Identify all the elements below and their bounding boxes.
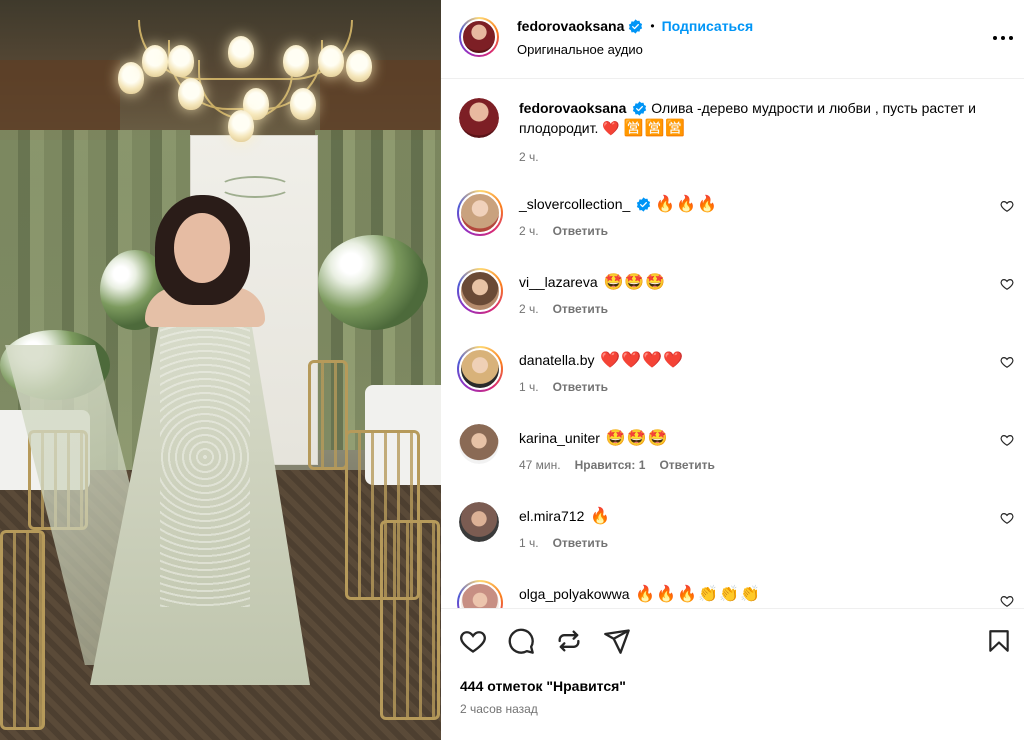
- like-comment-heart-icon[interactable]: [1000, 594, 1014, 608]
- heart-icon[interactable]: [459, 627, 487, 655]
- comment-avatar[interactable]: [459, 502, 499, 542]
- comment-avatar[interactable]: [459, 424, 499, 464]
- reply-button[interactable]: Ответить: [553, 536, 608, 550]
- separator-dot: •: [650, 19, 655, 33]
- verified-icon: [633, 101, 647, 116]
- comment-text: karina_uniter 🤩🤩🤩: [519, 428, 979, 448]
- reply-button[interactable]: Ответить: [553, 380, 608, 394]
- comment-icon[interactable]: [507, 627, 535, 655]
- post-timestamp[interactable]: 2 часов назад: [460, 702, 538, 716]
- caption-text: fedorovaoksana Олива -дерево мудрости и …: [519, 98, 979, 138]
- repost-icon[interactable]: [555, 627, 583, 655]
- comment-text: vi__lazareva 🤩🤩🤩: [519, 272, 979, 292]
- comment-text: olga_polyakowwa 🔥🔥🔥👏👏👏: [519, 584, 979, 604]
- comment-meta: 1 ч. Ответить: [519, 380, 608, 394]
- caption-emoji: 🈺🈺🈺: [623, 118, 687, 137]
- action-bar: [459, 627, 631, 655]
- verified-icon: [629, 18, 643, 34]
- comment-meta: 47 мин. Нравится: 1 Ответить: [519, 458, 715, 472]
- media-wall-panel: [0, 60, 120, 140]
- comment-likes[interactable]: Нравится: 1: [575, 458, 646, 472]
- comment-text: danatella.by ❤️❤️❤️❤️: [519, 350, 979, 370]
- comment-body: 🔥🔥🔥👏👏👏: [635, 584, 761, 603]
- comment-time[interactable]: 2 ч.: [519, 224, 539, 238]
- reply-button[interactable]: Ответить: [659, 458, 714, 472]
- comment-avatar[interactable]: [457, 580, 503, 608]
- like-comment-heart-icon[interactable]: [1000, 511, 1014, 525]
- reply-button[interactable]: Ответить: [553, 302, 608, 316]
- comment-time[interactable]: 1 ч.: [519, 536, 539, 550]
- post-side-panel: fedorovaoksana • Подписаться Оригинально…: [441, 0, 1024, 740]
- comment-username[interactable]: karina_uniter: [519, 430, 600, 446]
- comment-body: 🤩🤩🤩: [603, 272, 667, 291]
- more-icon[interactable]: [990, 26, 1016, 50]
- post-media[interactable]: [0, 0, 441, 740]
- post-header: fedorovaoksana • Подписаться Оригинально…: [441, 0, 1024, 79]
- like-comment-heart-icon[interactable]: [1000, 355, 1014, 369]
- comment-text: _slovercollection_ 🔥🔥🔥: [519, 194, 979, 214]
- caption-username[interactable]: fedorovaoksana: [519, 100, 626, 116]
- comment-avatar[interactable]: [457, 190, 503, 236]
- audio-label[interactable]: Оригинальное аудио: [517, 42, 643, 57]
- author-avatar[interactable]: [459, 17, 499, 57]
- comment-body: 🔥: [590, 506, 612, 525]
- comment-avatar[interactable]: [457, 346, 503, 392]
- comments-list[interactable]: fedorovaoksana Олива -дерево мудрости и …: [441, 80, 1024, 608]
- caption-meta: 2 ч.: [519, 150, 539, 164]
- media-flowers: [318, 235, 428, 330]
- comment-meta: 2 ч. Ответить: [519, 302, 608, 316]
- reply-button[interactable]: Ответить: [553, 224, 608, 238]
- author-line: fedorovaoksana • Подписаться: [517, 18, 753, 34]
- comment-time[interactable]: 1 ч.: [519, 380, 539, 394]
- likes-count[interactable]: 444 отметок "Нравится": [460, 678, 626, 694]
- media-person: [5, 195, 310, 695]
- comment-username[interactable]: vi__lazareva: [519, 274, 598, 290]
- like-comment-heart-icon[interactable]: [1000, 433, 1014, 447]
- comment-meta: 1 ч. Ответить: [519, 536, 608, 550]
- save-icon[interactable]: [986, 627, 1012, 655]
- media-chair: [308, 360, 348, 470]
- verified-icon: [637, 197, 651, 212]
- comment-text: el.mira712 🔥: [519, 506, 979, 526]
- comment-meta: 2 ч. Ответить: [519, 224, 608, 238]
- comment-time[interactable]: 47 мин.: [519, 458, 561, 472]
- comment-body: 🔥🔥🔥: [655, 194, 718, 213]
- comment-body: 🤩🤩🤩: [605, 428, 669, 447]
- like-comment-heart-icon[interactable]: [1000, 277, 1014, 291]
- like-comment-heart-icon[interactable]: [1000, 199, 1014, 213]
- comment-username[interactable]: danatella.by: [519, 352, 595, 368]
- comment-username[interactable]: _slovercollection_: [519, 196, 630, 212]
- comment-avatar[interactable]: [457, 268, 503, 314]
- post-footer: 444 отметок "Нравится" 2 часов назад: [441, 608, 1024, 740]
- share-icon[interactable]: [603, 627, 631, 655]
- media-chandelier: [118, 0, 373, 150]
- comment-username[interactable]: el.mira712: [519, 508, 584, 524]
- comment-time[interactable]: 2 ч.: [519, 302, 539, 316]
- media-chair: [0, 530, 45, 730]
- author-avatar[interactable]: [459, 98, 499, 138]
- comment-username[interactable]: olga_polyakowwa: [519, 586, 630, 602]
- caption-time[interactable]: 2 ч.: [519, 150, 539, 164]
- follow-button[interactable]: Подписаться: [662, 18, 754, 34]
- author-username[interactable]: fedorovaoksana: [517, 18, 624, 34]
- comment-body: ❤️❤️❤️❤️: [600, 350, 685, 369]
- media-chair: [380, 520, 440, 720]
